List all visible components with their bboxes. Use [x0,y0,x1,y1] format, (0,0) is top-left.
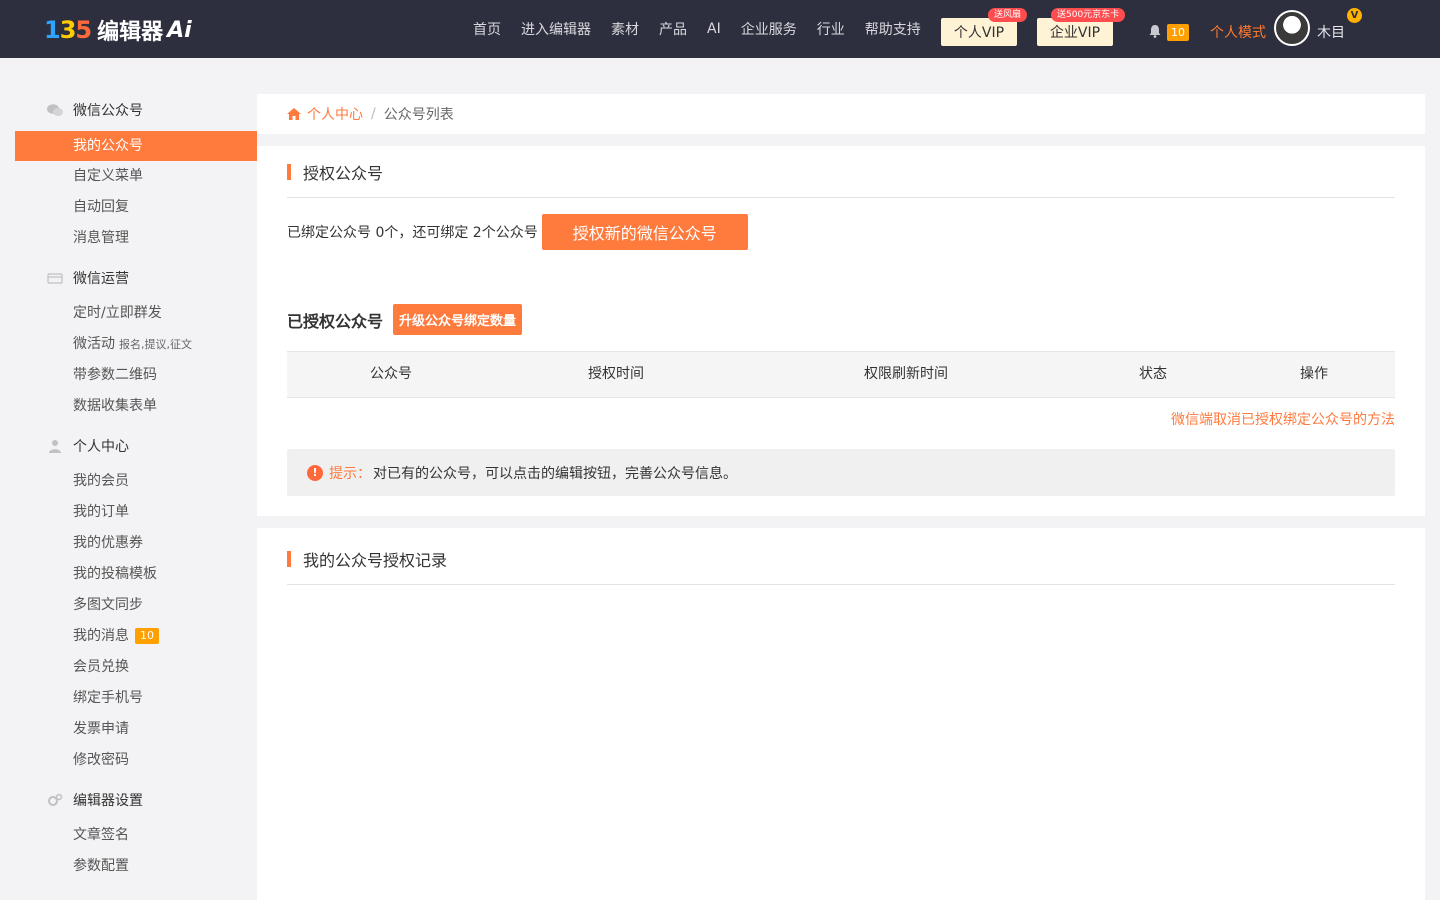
section-title-authorize: 授权公众号 [287,146,1395,198]
main-nav: 首页 进入编辑器 素材 产品 AI 企业服务 行业 帮助支持 [473,0,941,58]
sidebar-group-wechat: 微信公众号 [47,100,143,120]
personal-vip-tag: 送风扇 [988,8,1028,22]
home-icon [287,108,301,120]
section-title-records: 我的公众号授权记录 [287,533,1395,585]
exclamation-icon: ! [307,464,323,481]
sidebar-item-custom-menu[interactable]: 自定义菜单 [15,161,257,191]
company-vip-tag: 送500元京东卡 [1051,8,1126,22]
tip-box: ! 提示： 对已有的公众号，可以点击的编辑按钮，完善公众号信息。 [287,449,1395,496]
bind-status: 已绑定公众号 0个，还可绑定 2个公众号 授权新的微信公众号 [287,214,748,250]
sidebar-item-mass-send[interactable]: 定时/立即群发 [15,298,257,328]
logo-text: 编辑器 [97,20,164,45]
nav-help[interactable]: 帮助支持 [865,19,921,39]
avatar[interactable] [1274,10,1310,46]
wechat-icon [47,104,63,116]
authorize-new-account-button[interactable]: 授权新的微信公众号 [541,214,748,250]
sidebar-item-auto-reply[interactable]: 自动回复 [15,192,257,222]
sidebar-item-invoice[interactable]: 发票申请 [15,714,257,744]
nav-product[interactable]: 产品 [659,19,687,39]
sidebar-item-my-messages[interactable]: 我的消息 10 [15,621,257,651]
col-actions: 操作 [1300,366,1328,382]
username[interactable]: 木目 [1317,22,1345,42]
sidebar-group-operation: 微信运营 [47,268,129,288]
sidebar-item-my-accounts[interactable]: 我的公众号 [15,131,257,161]
sidebar-item-redeem[interactable]: 会员兑换 [15,652,257,682]
sidebar-item-qrcode[interactable]: 带参数二维码 [15,360,257,390]
logo-ai: Ai [167,17,192,43]
micro-activity-sub: 报名,提议,征文 [119,338,192,351]
nav-editor[interactable]: 进入编辑器 [521,19,591,39]
sidebar-item-orders[interactable]: 我的订单 [15,497,257,527]
authorize-card: 授权公众号 已绑定公众号 0个，还可绑定 2个公众号 授权新的微信公众号 已授权… [257,146,1425,516]
sidebar-item-member[interactable]: 我的会员 [15,466,257,496]
tip-label: 提示： [329,465,371,482]
cancel-auth-method-link[interactable]: 微信端取消已授权绑定公众号的方法 [1171,409,1395,429]
breadcrumb-current: 公众号列表 [383,107,454,123]
logo-mark: 135 [44,16,92,44]
authorized-title: 已授权公众号 [287,311,384,331]
personal-mode-link[interactable]: 个人模式 [1210,22,1266,42]
bind-status-text: 已绑定公众号 0个，还可绑定 2个公众号 [287,225,538,241]
nav-home[interactable]: 首页 [473,19,501,39]
breadcrumb: 个人中心 / 公众号列表 [257,94,1425,134]
top-bar: 135 编辑器 Ai 首页 进入编辑器 素材 产品 AI 企业服务 行业 帮助支… [0,0,1440,58]
bell-icon[interactable] [1148,24,1162,38]
message-count-badge: 10 [135,628,159,644]
sidebar-item-sync[interactable]: 多图文同步 [15,590,257,620]
sidebar-item-signature[interactable]: 文章签名 [15,820,257,850]
authorized-header: 已授权公众号 升级公众号绑定数量 [287,304,523,335]
sidebar-item-micro-activity[interactable]: 微活动 报名,提议,征文 [15,329,257,359]
upgrade-binding-button[interactable]: 升级公众号绑定数量 [393,304,523,335]
breadcrumb-personal-center[interactable]: 个人中心 [307,104,363,124]
sidebar-group-personal: 个人中心 [47,436,129,456]
sidebar: 微信公众号 我的公众号 自定义菜单 自动回复 消息管理 微信运营 定时/立即群发… [15,58,257,900]
sidebar-item-coupons[interactable]: 我的优惠券 [15,528,257,558]
sidebar-item-bind-phone[interactable]: 绑定手机号 [15,683,257,713]
company-vip-button[interactable]: 企业VIP [1037,18,1113,46]
col-refresh-time: 权限刷新时间 [864,366,948,382]
accounts-table-header: 公众号 授权时间 权限刷新时间 状态 操作 [287,351,1395,398]
breadcrumb-separator: / [371,106,376,122]
tip-text: 对已有的公众号，可以点击的编辑按钮，完善公众号信息。 [373,465,737,482]
nav-enterprise[interactable]: 企业服务 [741,19,797,39]
sidebar-item-messages[interactable]: 消息管理 [15,223,257,253]
personal-vip-button[interactable]: 个人VIP [941,18,1017,46]
sidebar-item-params[interactable]: 参数配置 [15,851,257,881]
sidebar-item-data-form[interactable]: 数据收集表单 [15,391,257,421]
sidebar-item-password[interactable]: 修改密码 [15,745,257,775]
logo[interactable]: 135 编辑器 Ai [44,14,192,46]
nav-material[interactable]: 素材 [611,19,639,39]
col-status: 状态 [1139,366,1167,382]
auth-records-card: 我的公众号授权记录 [257,528,1425,900]
col-account: 公众号 [370,366,412,382]
nav-industry[interactable]: 行业 [817,19,845,39]
user-icon [49,440,61,453]
card-icon [47,273,63,284]
sidebar-item-templates[interactable]: 我的投稿模板 [15,559,257,589]
col-auth-time: 授权时间 [588,366,644,382]
nav-ai[interactable]: AI [707,21,721,37]
vip-v-badge: V [1347,8,1362,23]
sidebar-group-editor-settings: 编辑器设置 [47,790,143,810]
gears-icon [48,793,63,806]
notification-badge[interactable]: 10 [1167,24,1189,41]
